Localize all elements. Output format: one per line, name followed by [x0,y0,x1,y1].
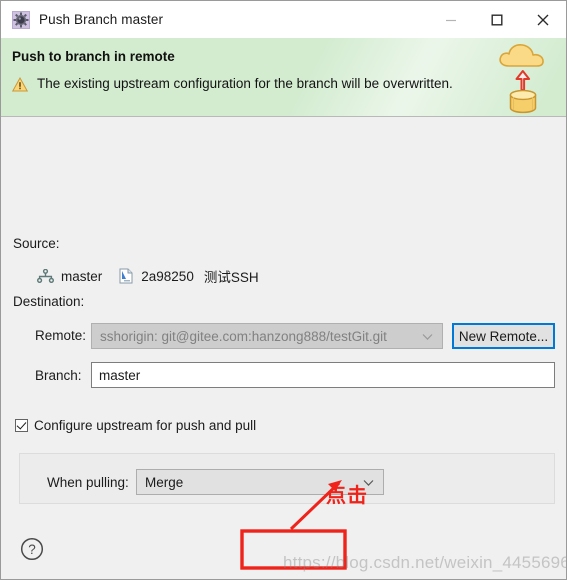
dialog-body: Source: master 2a98250 测试SSH Destination… [1,117,566,565]
git-branch-icon [36,268,54,283]
window-controls [428,1,566,38]
destination-label: Destination: [13,294,85,309]
new-remote-button[interactable]: New Remote... [452,323,555,349]
branch-label: Branch: [35,368,82,383]
maximize-icon[interactable] [474,1,520,38]
header-message-row: The existing upstream configuration for … [11,76,453,92]
dialog-header-banner: Push to branch in remote The existing up… [1,38,566,117]
title-bar: Push Branch master [1,1,566,38]
annotation-text: 点击 [326,483,368,507]
watermark: https://blog.csdn.net/weixin_44556968 [283,553,567,572]
header-title: Push to branch in remote [12,49,175,64]
warning-triangle-icon [11,76,29,92]
commit-document-icon [119,268,133,284]
source-label: Source: [13,236,60,251]
remote-label: Remote: [35,328,87,343]
git-push-icon [12,10,30,29]
when-pulling-value: Merge [145,474,184,490]
configure-upstream-label: Configure upstream for push and pull [34,418,257,433]
minimize-icon[interactable] [428,1,474,38]
source-commit-message: 测试SSH [203,270,259,285]
cloud-upload-database-icon [493,40,557,116]
svg-text:?: ? [28,542,36,557]
source-commit-sha: 2a98250 [141,268,194,284]
when-pulling-label: When pulling: [47,475,129,490]
source-branch-name: master [61,268,103,284]
chevron-down-icon [422,329,433,344]
window-title: Push Branch master [39,12,164,27]
configure-upstream-checkbox[interactable]: Configure upstream for push and pull [15,418,256,433]
source-row: master 2a98250 测试SSH [36,266,259,286]
help-icon[interactable]: ? [20,537,44,561]
branch-input-value: master [99,367,141,383]
header-message: The existing upstream configuration for … [37,76,453,91]
close-icon[interactable] [520,1,566,38]
push-branch-dialog: Push Branch master Push to branch in rem… [0,0,567,580]
remote-combo[interactable]: sshorigin: git@gitee.com:hanzong888/test… [91,323,443,349]
branch-input[interactable]: master [91,362,555,388]
remote-combo-value: sshorigin: git@gitee.com:hanzong888/test… [100,328,387,344]
checkbox-box [15,419,28,432]
